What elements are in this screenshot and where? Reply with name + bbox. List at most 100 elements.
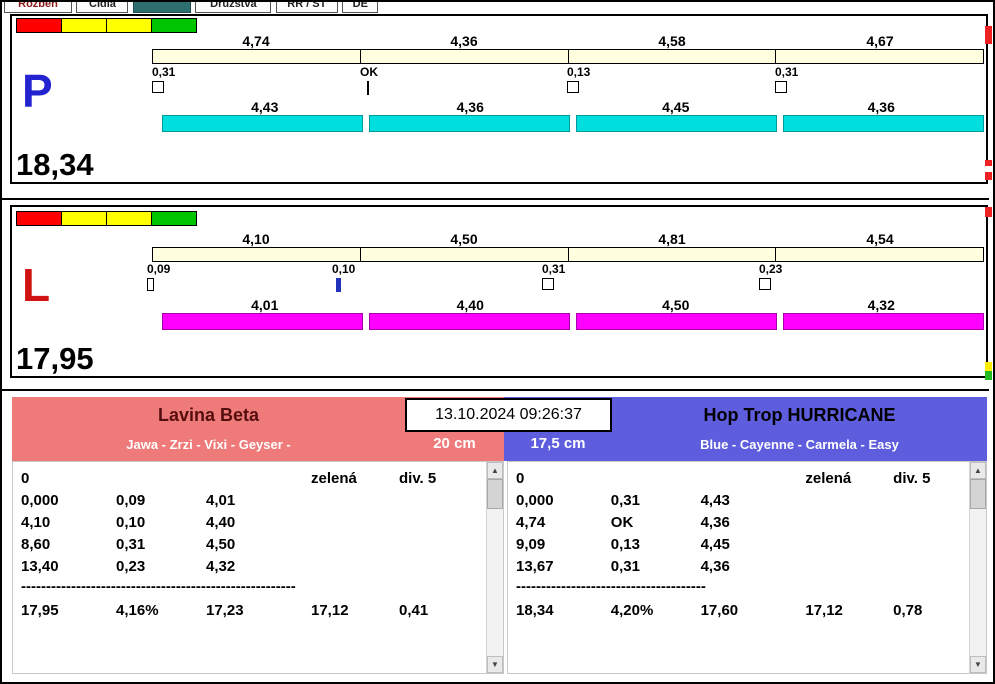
table-summary-row: 17,95 4,16% 17,23 17,12 0,41 <box>21 601 486 623</box>
table-cell: 4,01 <box>206 492 236 509</box>
table-cell: 4,43 <box>700 492 730 509</box>
tab-rr-st[interactable]: RR / ST <box>275 2 338 13</box>
scroll-up-arrow-icon[interactable]: ▲ <box>970 462 986 479</box>
tab-rozbeh[interactable]: Rozběh <box>4 2 72 13</box>
lane-p-letter: P <box>22 65 53 117</box>
table-cell: zelená <box>311 470 357 487</box>
lane-p-change-mark-2: OK <box>360 65 420 95</box>
lane-p-status-lights <box>16 18 197 33</box>
left-team-jump-height: 20 cm <box>433 435 476 452</box>
table-cell <box>701 469 806 491</box>
table-cell: 0,23 <box>116 558 146 575</box>
lane-l-status-lights <box>16 211 197 226</box>
table-cell <box>611 469 701 491</box>
table-body: 0 zelená div. 5 0,000 0,09 4,01 4,10 0,1… <box>13 462 486 673</box>
background-window-artifacts <box>985 2 992 682</box>
table-cell: 9,09 <box>516 536 546 553</box>
lane-p-run-bars <box>162 115 984 132</box>
run-time: 4,50 <box>662 297 690 313</box>
split-time: 4,81 <box>658 231 686 247</box>
split-time: 4,10 <box>242 231 270 247</box>
tab-de[interactable]: DE <box>342 2 379 13</box>
scrollbar[interactable]: ▲ ▼ <box>486 462 503 673</box>
table-cell: div. 5 <box>399 470 437 487</box>
scale-segment <box>567 49 777 64</box>
change-time-label: 0,09 <box>147 262 171 276</box>
split-time: 4,36 <box>450 33 478 49</box>
split-time: 4,54 <box>866 231 894 247</box>
panel-divider-line <box>2 198 989 200</box>
table-cell <box>206 469 311 491</box>
table-cell: 4,50 <box>206 536 236 553</box>
table-cell: 17,12 <box>805 602 843 619</box>
table-cell <box>311 557 399 579</box>
lane-l-change-mark-4: 0,23 <box>759 262 819 290</box>
table-cell: 0 <box>516 470 525 487</box>
table-cell: OK <box>610 514 634 531</box>
table-cell: 17,23 <box>206 602 244 619</box>
run-bar-segment <box>783 115 984 132</box>
lane-p-run-times: 4,43 4,36 4,45 4,36 <box>162 99 984 115</box>
panel-divider-line <box>2 389 989 391</box>
table-row: 8,60 0,31 4,50 <box>21 535 486 557</box>
table-cell: 0 <box>21 470 30 487</box>
table-summary-row: 18,34 4,20% 17,60 17,12 0,78 <box>516 601 969 623</box>
scale-segment <box>152 49 361 64</box>
table-cell: 0,31 <box>610 558 640 575</box>
table-row: 0 zelená div. 5 <box>21 469 486 491</box>
lane-l-change-mark-1: 0,09 <box>147 262 207 291</box>
table-cell <box>893 491 969 513</box>
sensor-box-icon <box>152 81 164 93</box>
run-time: 4,43 <box>251 99 279 115</box>
change-time-label: 0,13 <box>567 65 591 79</box>
run-bar-segment <box>162 115 363 132</box>
sensor-box-icon <box>542 278 554 290</box>
scroll-up-arrow-icon[interactable]: ▲ <box>487 462 503 479</box>
run-time: 4,36 <box>456 99 484 115</box>
tab-label: Rozběh <box>18 2 58 10</box>
run-time: 4,01 <box>251 297 279 313</box>
lane-p-change-mark-3: 0,13 <box>567 65 627 93</box>
table-cell: zelená <box>805 470 852 487</box>
sensor-cursor-icon <box>367 81 369 95</box>
tab-druzstva[interactable]: Družstva <box>195 2 272 13</box>
scroll-down-arrow-icon[interactable]: ▼ <box>487 656 503 673</box>
sensor-cursor-icon <box>336 278 341 292</box>
table-cell <box>893 557 969 579</box>
table-cell <box>893 513 969 535</box>
right-team-dogs: Blue - Cayenne - Carmela - Easy <box>700 437 899 452</box>
table-cell <box>893 535 969 557</box>
tab-cidla[interactable]: Čidla <box>76 2 129 13</box>
change-time-label: 0,23 <box>759 262 783 276</box>
table-cell: 4,40 <box>206 514 236 531</box>
table-cell: 0,000 <box>516 492 554 509</box>
table-cell: 8,60 <box>21 536 51 553</box>
table-cell <box>805 513 893 535</box>
table-cell: 4,16% <box>116 602 159 619</box>
lane-p-panel: 4,74 4,36 4,58 4,67 0,31 OK 0,13 0,31 4,… <box>10 14 988 184</box>
scroll-down-arrow-icon[interactable]: ▼ <box>970 656 986 673</box>
run-time: 4,40 <box>456 297 484 313</box>
table-row: 13,40 0,23 4,32 <box>21 557 486 579</box>
run-bar-segment <box>162 313 363 330</box>
edge-artifact <box>985 26 992 44</box>
scale-segment <box>152 247 361 262</box>
table-row: 4,10 0,10 4,40 <box>21 513 486 535</box>
table-row: 0 zelená div. 5 <box>516 469 969 491</box>
status-light-red <box>16 211 62 226</box>
run-bar-segment <box>783 313 984 330</box>
scrollbar-thumb[interactable] <box>487 479 503 509</box>
tab-selected-dark[interactable] <box>132 2 191 13</box>
table-cell: 17,12 <box>311 602 349 619</box>
sensor-box-icon <box>567 81 579 93</box>
table-cell: 0,000 <box>21 492 59 509</box>
table-row: 0,000 0,31 4,43 <box>516 491 969 513</box>
table-cell: div. 5 <box>893 470 931 487</box>
scrollbar-thumb[interactable] <box>970 479 986 509</box>
table-body: 0 zelená div. 5 0,000 0,31 4,43 4,74 OK … <box>508 462 969 673</box>
table-cell: 17,60 <box>700 602 739 619</box>
run-time: 4,45 <box>662 99 690 115</box>
right-team-results-table: 0 zelená div. 5 0,000 0,31 4,43 4,74 OK … <box>507 461 987 674</box>
scrollbar[interactable]: ▲ ▼ <box>969 462 986 673</box>
status-light-yellow-1 <box>61 211 107 226</box>
